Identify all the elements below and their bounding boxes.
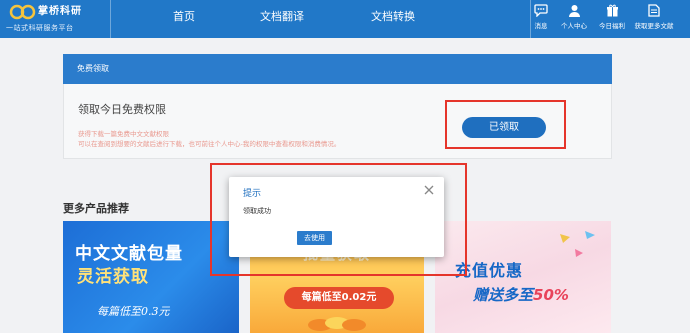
close-icon[interactable] bbox=[422, 183, 436, 197]
divider bbox=[110, 0, 111, 38]
section-header: 免费领取 bbox=[63, 54, 612, 84]
chat-bubble-icon bbox=[534, 4, 548, 17]
get-more-documents-label: 获取更多文献 bbox=[634, 22, 674, 30]
dialog-title: 提示 bbox=[243, 189, 262, 199]
nav-document-translation[interactable]: 文档翻译 bbox=[260, 8, 304, 24]
user-icon bbox=[568, 5, 580, 17]
highlight-box bbox=[445, 100, 566, 149]
card-subtitle: 赠送多至50% bbox=[473, 286, 569, 304]
logo-name: 掌桥科研 bbox=[38, 6, 82, 17]
panel-title: 领取今日免费权限 bbox=[78, 103, 166, 116]
go-use-button[interactable]: 去使用 bbox=[297, 231, 332, 245]
nav-home[interactable]: 首页 bbox=[173, 8, 195, 24]
top-header: 掌桥科研 一站式科研服务平台 首页 文档翻译 文档转换 消息 个人中心 今日福利 bbox=[0, 0, 690, 38]
gift-icon bbox=[606, 4, 618, 17]
success-dialog: 提示 领取成功 去使用 bbox=[229, 177, 444, 257]
document-icon bbox=[648, 4, 660, 17]
coins-icon bbox=[308, 317, 366, 331]
dialog-message: 领取成功 bbox=[243, 207, 271, 215]
more-products-title: 更多产品推荐 bbox=[63, 202, 129, 215]
nav-document-conversion[interactable]: 文档转换 bbox=[371, 8, 415, 24]
card-tag: 每篇低至0.02元 bbox=[284, 287, 394, 309]
card-subtitle: 灵活获取 bbox=[77, 267, 149, 287]
card-title: 中文文献包量 bbox=[75, 244, 183, 264]
section-title: 免费领取 bbox=[77, 64, 109, 73]
card-tagline: 每篇低至0.3元 bbox=[97, 305, 170, 318]
confetti-decoration bbox=[560, 231, 595, 257]
note-line: 可以在查阅到想要的文献后进行下载，也可前往个人中心-我的权限中查看权限和消费情况… bbox=[78, 140, 341, 148]
note-line: 获得下载一篇免费中文文献权限 bbox=[78, 130, 169, 138]
logo-icon bbox=[9, 4, 36, 20]
logo-slogan: 一站式科研服务平台 bbox=[6, 24, 74, 32]
site-logo[interactable]: 掌桥科研 一站式科研服务平台 bbox=[0, 0, 110, 38]
get-more-documents-button[interactable]: 获取更多文献 bbox=[628, 4, 680, 30]
